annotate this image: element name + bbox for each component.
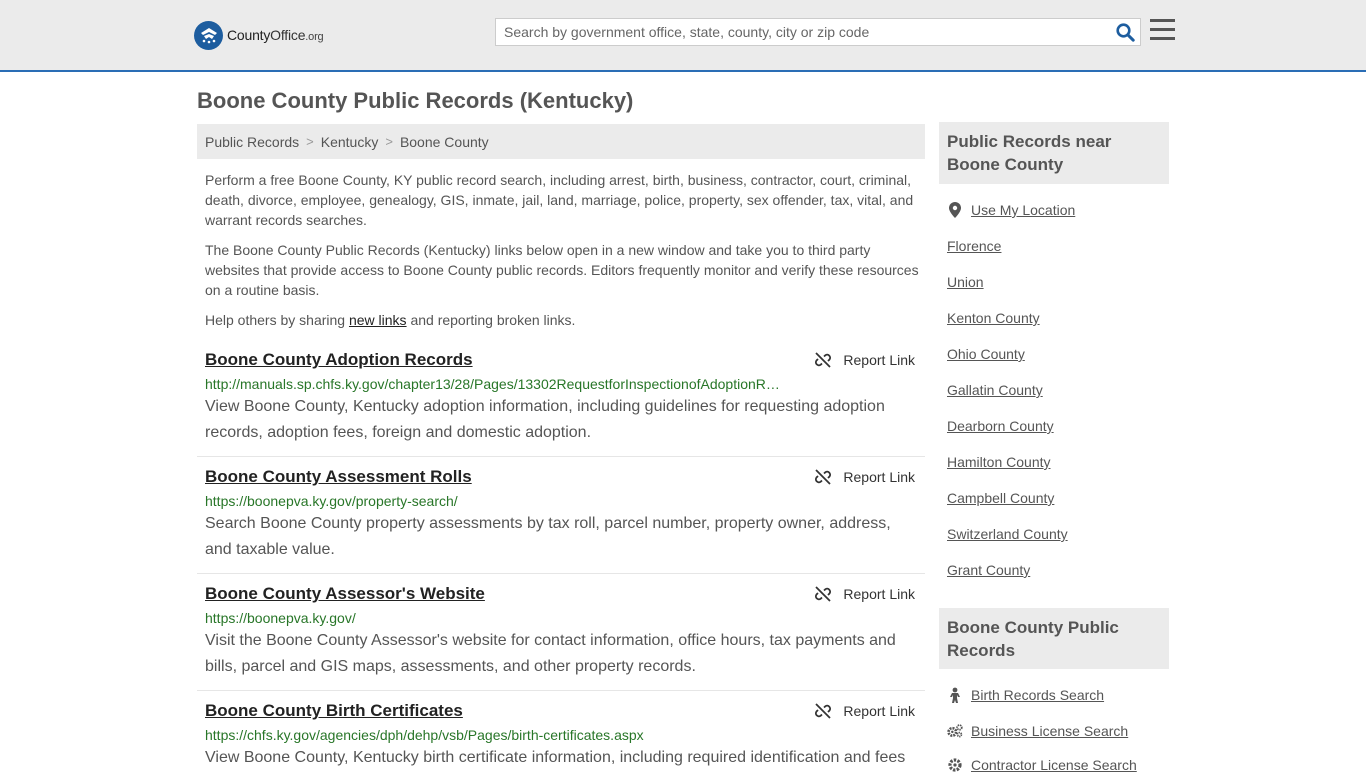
- search-icon: [1115, 22, 1135, 42]
- record-item: Boone County Adoption Records Report Lin…: [197, 350, 925, 457]
- breadcrumb-separator: >: [385, 134, 393, 149]
- breadcrumb-separator: >: [306, 134, 314, 149]
- nearby-link-gallatin-county[interactable]: Gallatin County: [947, 382, 1043, 398]
- report-link-button[interactable]: Report Link: [815, 703, 915, 719]
- record-url: https://boonepva.ky.gov/: [205, 610, 356, 626]
- record-description: View Boone County, Kentucky birth certif…: [205, 749, 906, 766]
- broken-link-icon: [815, 469, 832, 485]
- record-url: http://manuals.sp.chfs.ky.gov/chapter13/…: [205, 376, 783, 392]
- baby-icon: [947, 687, 963, 703]
- record-description: Search Boone County property assessments…: [205, 515, 891, 558]
- hamburger-menu-icon[interactable]: [1150, 19, 1175, 41]
- record-url: https://boonepva.ky.gov/property-search/: [205, 493, 458, 509]
- contractor-license-search-link[interactable]: Contractor License Search: [947, 757, 1137, 773]
- search-button[interactable]: [1110, 19, 1140, 45]
- report-link-button[interactable]: Report Link: [815, 352, 915, 368]
- report-link-button[interactable]: Report Link: [815, 586, 915, 602]
- nearby-link-grant-county[interactable]: Grant County: [947, 562, 1030, 578]
- breadcrumb-kentucky[interactable]: Kentucky: [321, 134, 379, 150]
- map-marker-icon: [947, 202, 963, 218]
- intro-paragraph: Perform a free Boone County, KY public r…: [205, 172, 914, 228]
- use-my-location-link[interactable]: Use My Location: [947, 202, 1075, 218]
- disclaimer-paragraph: The Boone County Public Records (Kentuck…: [205, 242, 919, 298]
- breadcrumb-boone-county[interactable]: Boone County: [400, 134, 489, 150]
- record-title-link[interactable]: Boone County Birth Certificates: [205, 701, 463, 721]
- nearby-link-ohio-county[interactable]: Ohio County: [947, 346, 1025, 362]
- record-item: Boone County Assessment Rolls Report Lin…: [197, 467, 925, 574]
- nearby-link-switzerland-county[interactable]: Switzerland County: [947, 526, 1068, 542]
- birth-records-search-link[interactable]: Birth Records Search: [947, 687, 1104, 703]
- share-paragraph: Help others by sharing new links and rep…: [205, 312, 576, 328]
- record-title-link[interactable]: Boone County Assessment Rolls: [205, 467, 472, 487]
- record-item: Boone County Assessor's Website Report L…: [197, 584, 925, 691]
- page-title: Boone County Public Records (Kentucky): [197, 88, 634, 113]
- gear-icon: [947, 757, 963, 773]
- search-input[interactable]: [496, 19, 1110, 45]
- record-url: https://chfs.ky.gov/agencies/dph/dehp/vs…: [205, 727, 644, 743]
- nearby-link-hamilton-county[interactable]: Hamilton County: [947, 454, 1051, 470]
- gears-icon: [947, 723, 963, 739]
- logo-text: CountyOffice.org: [227, 27, 324, 43]
- new-links-link[interactable]: new links: [349, 312, 407, 328]
- record-title-link[interactable]: Boone County Assessor's Website: [205, 584, 485, 604]
- breadcrumb-public-records[interactable]: Public Records: [205, 134, 299, 150]
- sidebar-nearby-heading: Public Records near Boone County: [939, 122, 1169, 184]
- site-logo[interactable]: CountyOffice.org: [194, 20, 324, 50]
- nearby-link-campbell-county[interactable]: Campbell County: [947, 490, 1054, 506]
- record-description: View Boone County, Kentucky adoption inf…: [205, 398, 885, 441]
- nearby-link-dearborn-county[interactable]: Dearborn County: [947, 418, 1054, 434]
- site-header: CountyOffice.org: [0, 0, 1366, 72]
- record-title-link[interactable]: Boone County Adoption Records: [205, 350, 473, 370]
- search-bar: [495, 18, 1141, 46]
- broken-link-icon: [815, 586, 832, 602]
- record-item: Boone County Birth Certificates Report L…: [197, 701, 925, 768]
- sidebar-records-heading: Boone County Public Records: [939, 608, 1169, 669]
- breadcrumb: Public Records > Kentucky > Boone County: [197, 124, 925, 159]
- nearby-link-union[interactable]: Union: [947, 274, 984, 290]
- broken-link-icon: [815, 703, 832, 719]
- nearby-link-kenton-county[interactable]: Kenton County: [947, 310, 1040, 326]
- broken-link-icon: [815, 352, 832, 368]
- record-description: Visit the Boone County Assessor's websit…: [205, 632, 896, 675]
- logo-seal-icon: [194, 20, 223, 50]
- nearby-link-florence[interactable]: Florence: [947, 238, 1001, 254]
- report-link-button[interactable]: Report Link: [815, 469, 915, 485]
- business-license-search-link[interactable]: Business License Search: [947, 723, 1128, 739]
